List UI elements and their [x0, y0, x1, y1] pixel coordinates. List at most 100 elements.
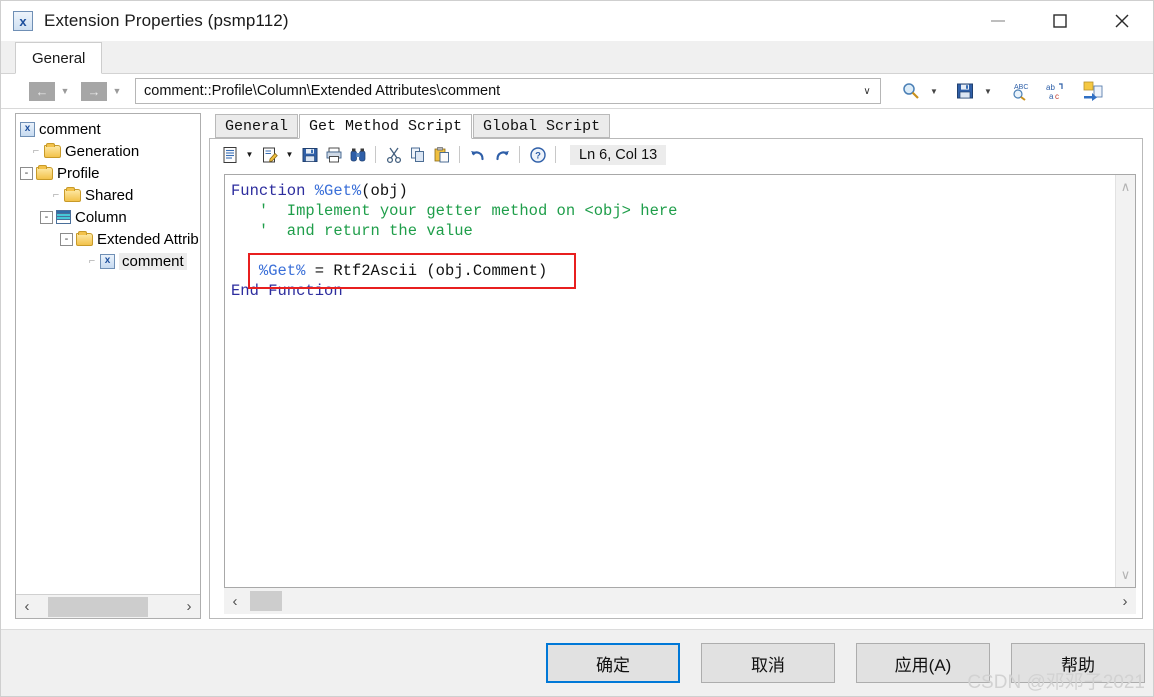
code-content[interactable]: Function %Get%(obj) ' Implement your get…	[231, 181, 1111, 301]
tree-node-profile[interactable]: - Profile	[18, 162, 200, 184]
scroll-down-icon[interactable]: ∨	[1121, 567, 1131, 583]
collapse-icon: -	[24, 166, 29, 179]
extension-properties-window: x Extension Properties (psmp112) General…	[0, 0, 1154, 697]
tab-general[interactable]: General	[15, 42, 103, 74]
maximize-button[interactable]	[1029, 1, 1091, 41]
chevron-down-icon: ▼	[112, 86, 122, 96]
code-editor[interactable]: Function %Get%(obj) ' Implement your get…	[224, 174, 1136, 588]
object-tree[interactable]: x comment ⌐ Generation - Profile ⌐ Share…	[16, 114, 200, 594]
cancel-button[interactable]: 取消	[701, 643, 835, 683]
open-dropdown-caret[interactable]: ▼	[242, 143, 257, 167]
export-icon[interactable]	[1079, 78, 1107, 104]
script-panel: General Get Method Script Global Script	[209, 113, 1143, 619]
address-dropdown-button[interactable]: ∨	[854, 79, 880, 103]
toolbar-separator	[555, 146, 556, 163]
tree-node-comment-selected[interactable]: ⌐ x comment	[18, 250, 200, 272]
tab-label: Get Method Script	[309, 118, 463, 135]
object-tree-panel: x comment ⌐ Generation - Profile ⌐ Share…	[15, 113, 201, 619]
chevron-down-icon: ▼	[285, 150, 294, 159]
tab-general-inner[interactable]: General	[215, 114, 299, 138]
undo-icon[interactable]	[466, 143, 489, 167]
svg-text:a: a	[1049, 92, 1054, 101]
edit-dropdown-caret[interactable]: ▼	[282, 143, 297, 167]
ok-button[interactable]: 确定	[546, 643, 680, 683]
search-icon[interactable]	[897, 78, 925, 104]
ok-button-label: 确定	[596, 655, 630, 675]
minimize-button[interactable]	[967, 1, 1029, 41]
script-editor-frame: ▼ ▼ ? Ln 6, Col 13 Function %Get%(obj) '…	[209, 138, 1143, 619]
edit-script-icon[interactable]	[258, 143, 281, 167]
scroll-right-icon[interactable]: ›	[1114, 589, 1136, 613]
save-icon[interactable]	[951, 78, 979, 104]
tree-horizontal-scrollbar[interactable]: ‹ ›	[16, 594, 200, 618]
tree-expander[interactable]: -	[40, 210, 53, 224]
close-button[interactable]	[1091, 1, 1153, 41]
code-horizontal-scrollbar[interactable]: ‹ ›	[224, 588, 1136, 614]
tab-get-method-script[interactable]: Get Method Script	[299, 114, 473, 139]
forward-history-caret[interactable]: ▼	[107, 82, 127, 101]
dialog-body: ← ▼ → ▼ comment::Profile\Column\Extended…	[1, 74, 1153, 630]
address-bar[interactable]: comment::Profile\Column\Extended Attribu…	[135, 78, 881, 104]
apply-button-label: 应用(A)	[894, 655, 952, 675]
scroll-left-icon[interactable]: ‹	[16, 595, 38, 619]
tree-node-comment-root[interactable]: x comment	[18, 118, 200, 140]
code-scroll-thumb[interactable]	[250, 591, 282, 611]
tree-node-generation[interactable]: ⌐ Generation	[18, 140, 200, 162]
save-dropdown-caret[interactable]: ▼	[981, 78, 995, 104]
code-token-plain: (obj)	[361, 182, 408, 200]
tree-expander[interactable]: -	[60, 232, 73, 246]
code-token-keyword: End Function	[231, 282, 343, 300]
navbar-toolbar: ▼ ▼ ABC ab a c	[897, 78, 1107, 104]
tree-connector: ⌐	[32, 145, 40, 157]
forward-arrow-icon: →	[87, 83, 101, 99]
code-text-area[interactable]: Function %Get%(obj) ' Implement your get…	[225, 175, 1115, 587]
save-script-icon[interactable]	[298, 143, 321, 167]
collapse-icon: -	[44, 210, 49, 223]
window-controls	[967, 1, 1153, 41]
help-button[interactable]: 帮助	[1011, 643, 1145, 683]
paste-icon[interactable]	[430, 143, 453, 167]
tree-scroll-track[interactable]	[38, 595, 178, 619]
tab-label: Global Script	[483, 117, 601, 135]
code-vertical-scrollbar[interactable]: ∧ ∨	[1115, 175, 1135, 587]
inner-tab-strip: General Get Method Script Global Script	[209, 113, 1143, 139]
scroll-up-icon[interactable]: ∧	[1121, 179, 1131, 195]
copy-icon[interactable]	[406, 143, 429, 167]
tree-node-column[interactable]: - Column	[18, 206, 200, 228]
tree-node-extended-attributes[interactable]: - Extended Attrib	[18, 228, 200, 250]
apply-button[interactable]: 应用(A)	[856, 643, 990, 683]
tab-global-script[interactable]: Global Script	[473, 114, 611, 138]
scroll-right-icon[interactable]: ›	[178, 595, 200, 619]
tree-connector: ⌐	[88, 255, 96, 267]
find-binoculars-icon[interactable]	[346, 143, 369, 167]
address-input[interactable]: comment::Profile\Column\Extended Attribu…	[136, 83, 854, 99]
svg-text:?: ?	[535, 150, 541, 161]
search-dropdown-caret[interactable]: ▼	[927, 78, 941, 104]
tree-scroll-thumb[interactable]	[48, 596, 148, 617]
folder-icon	[64, 187, 81, 202]
back-button[interactable]: ←	[29, 81, 55, 101]
scroll-left-icon[interactable]: ‹	[224, 589, 246, 613]
cut-icon[interactable]	[382, 143, 405, 167]
open-script-icon[interactable]	[218, 143, 241, 167]
toolbar-separator	[519, 146, 520, 163]
print-icon[interactable]	[322, 143, 345, 167]
back-history-caret[interactable]: ▼	[55, 82, 75, 101]
help-icon[interactable]: ?	[526, 143, 549, 167]
chevron-down-icon: ▼	[60, 86, 70, 96]
replace-icon[interactable]: ab a c	[1043, 78, 1069, 104]
spell-check-icon[interactable]: ABC	[1007, 78, 1035, 104]
tree-node-label: Profile	[57, 164, 100, 182]
redo-icon[interactable]	[490, 143, 513, 167]
code-token-comment: ' and return the value	[231, 222, 473, 240]
chevron-down-icon: ∨	[863, 85, 871, 97]
code-scroll-track[interactable]	[246, 589, 1114, 613]
tree-expander[interactable]: -	[20, 166, 33, 180]
app-icon: x	[13, 11, 33, 31]
xdoc-icon: x	[100, 253, 115, 269]
tree-node-shared[interactable]: ⌐ Shared	[18, 184, 200, 206]
toolbar-separator	[459, 146, 460, 163]
code-token-keyword: Function	[231, 182, 315, 200]
forward-button[interactable]: →	[81, 81, 107, 101]
code-token-variable: %Get%	[258, 262, 306, 280]
